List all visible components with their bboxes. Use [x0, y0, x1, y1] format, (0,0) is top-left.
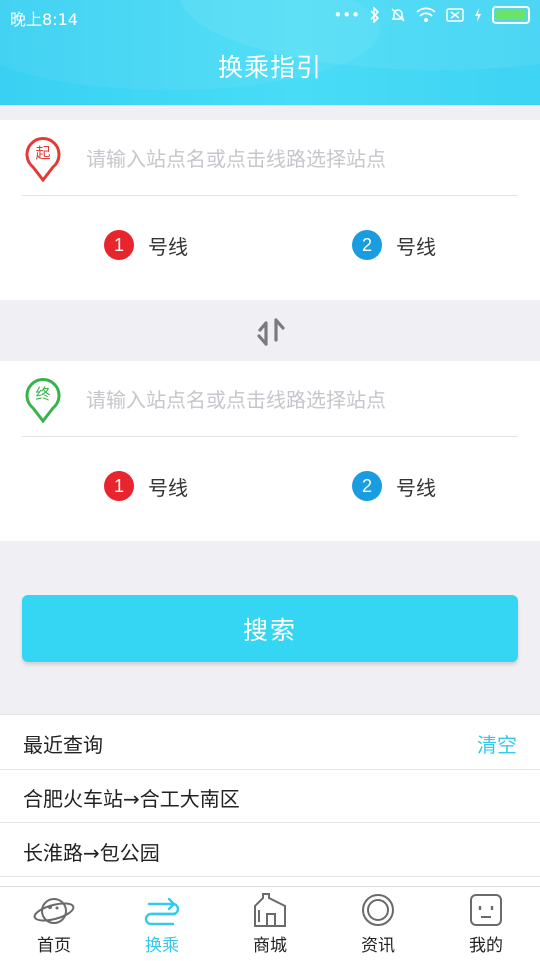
line-2-label: 号线 — [396, 234, 436, 259]
recent-item[interactable]: 长淮路→包公园 — [0, 823, 540, 877]
recent-title: 最近查询 — [23, 733, 103, 757]
nav-transfer[interactable]: 换乘 — [108, 887, 216, 961]
start-line-1-option[interactable]: 1 号线 — [104, 230, 188, 260]
search-button[interactable]: 搜索 — [22, 595, 518, 662]
start-station-card: 起 1 号线 2 号线 — [0, 120, 540, 300]
page-title: 换乘指引 — [217, 53, 322, 82]
swap-stations-icon[interactable] — [255, 316, 287, 348]
recent-header: 最近查询 清空 — [0, 715, 540, 770]
nav-home-label: 首页 — [37, 936, 71, 956]
line-2-badge: 2 — [352, 471, 382, 501]
end-station-input[interactable] — [84, 381, 508, 419]
wifi-icon — [416, 7, 436, 22]
nav-store[interactable]: 商城 — [216, 887, 324, 961]
start-pin-label: 起 — [35, 144, 50, 162]
end-pin-label: 终 — [35, 385, 50, 403]
bluetooth-icon — [370, 7, 380, 23]
status-bar: 晚上8:14 ••• — [0, 0, 540, 32]
nav-transfer-label: 换乘 — [145, 936, 179, 956]
nav-profile[interactable]: 我的 — [432, 887, 540, 961]
nav-profile-label: 我的 — [469, 936, 503, 956]
status-time: 晚上8:14 — [10, 10, 78, 29]
line-2-label: 号线 — [396, 475, 436, 500]
transfer-icon — [144, 897, 180, 926]
battery-icon — [492, 6, 530, 24]
planet-icon — [33, 898, 75, 924]
profile-icon — [470, 894, 502, 926]
status-icons: ••• — [333, 6, 530, 24]
start-station-input[interactable] — [84, 140, 508, 178]
end-line-1-option[interactable]: 1 号线 — [104, 471, 188, 501]
charging-icon — [475, 8, 481, 22]
news-icon — [362, 894, 394, 926]
sim-off-icon — [446, 8, 464, 22]
nav-store-label: 商城 — [253, 936, 287, 956]
start-input-row: 起 — [22, 120, 518, 196]
app-header: 晚上8:14 ••• 换乘指引 — [0, 0, 540, 105]
nav-news[interactable]: 资讯 — [324, 887, 432, 961]
recent-item-text: 长淮路→包公园 — [23, 841, 160, 865]
bottom-nav: 首页 换乘 商城 资讯 我的 — [0, 886, 540, 961]
mute-icon — [391, 8, 405, 22]
clear-recent-button[interactable]: 清空 — [477, 729, 517, 758]
start-line-2-option[interactable]: 2 号线 — [352, 230, 436, 260]
more-icon: ••• — [333, 6, 360, 24]
end-input-row: 终 — [22, 361, 518, 437]
line-1-badge: 1 — [104, 471, 134, 501]
line-2-badge: 2 — [352, 230, 382, 260]
store-icon — [254, 893, 286, 927]
line-1-label: 号线 — [148, 234, 188, 259]
recent-item-text: 合肥火车站→合工大南区 — [23, 787, 240, 811]
end-station-card: 终 1 号线 2 号线 — [0, 361, 540, 541]
line-1-badge: 1 — [104, 230, 134, 260]
end-line-2-option[interactable]: 2 号线 — [352, 471, 436, 501]
recent-item[interactable]: 合肥火车站→合工大南区 — [0, 769, 540, 823]
nav-home[interactable]: 首页 — [0, 887, 108, 961]
line-1-label: 号线 — [148, 475, 188, 500]
start-pin-icon: 起 — [25, 137, 61, 182]
nav-news-label: 资讯 — [361, 936, 395, 956]
recent-queries: 最近查询 清空 合肥火车站→合工大南区 长淮路→包公园 — [0, 714, 540, 887]
end-pin-icon: 终 — [25, 378, 61, 423]
